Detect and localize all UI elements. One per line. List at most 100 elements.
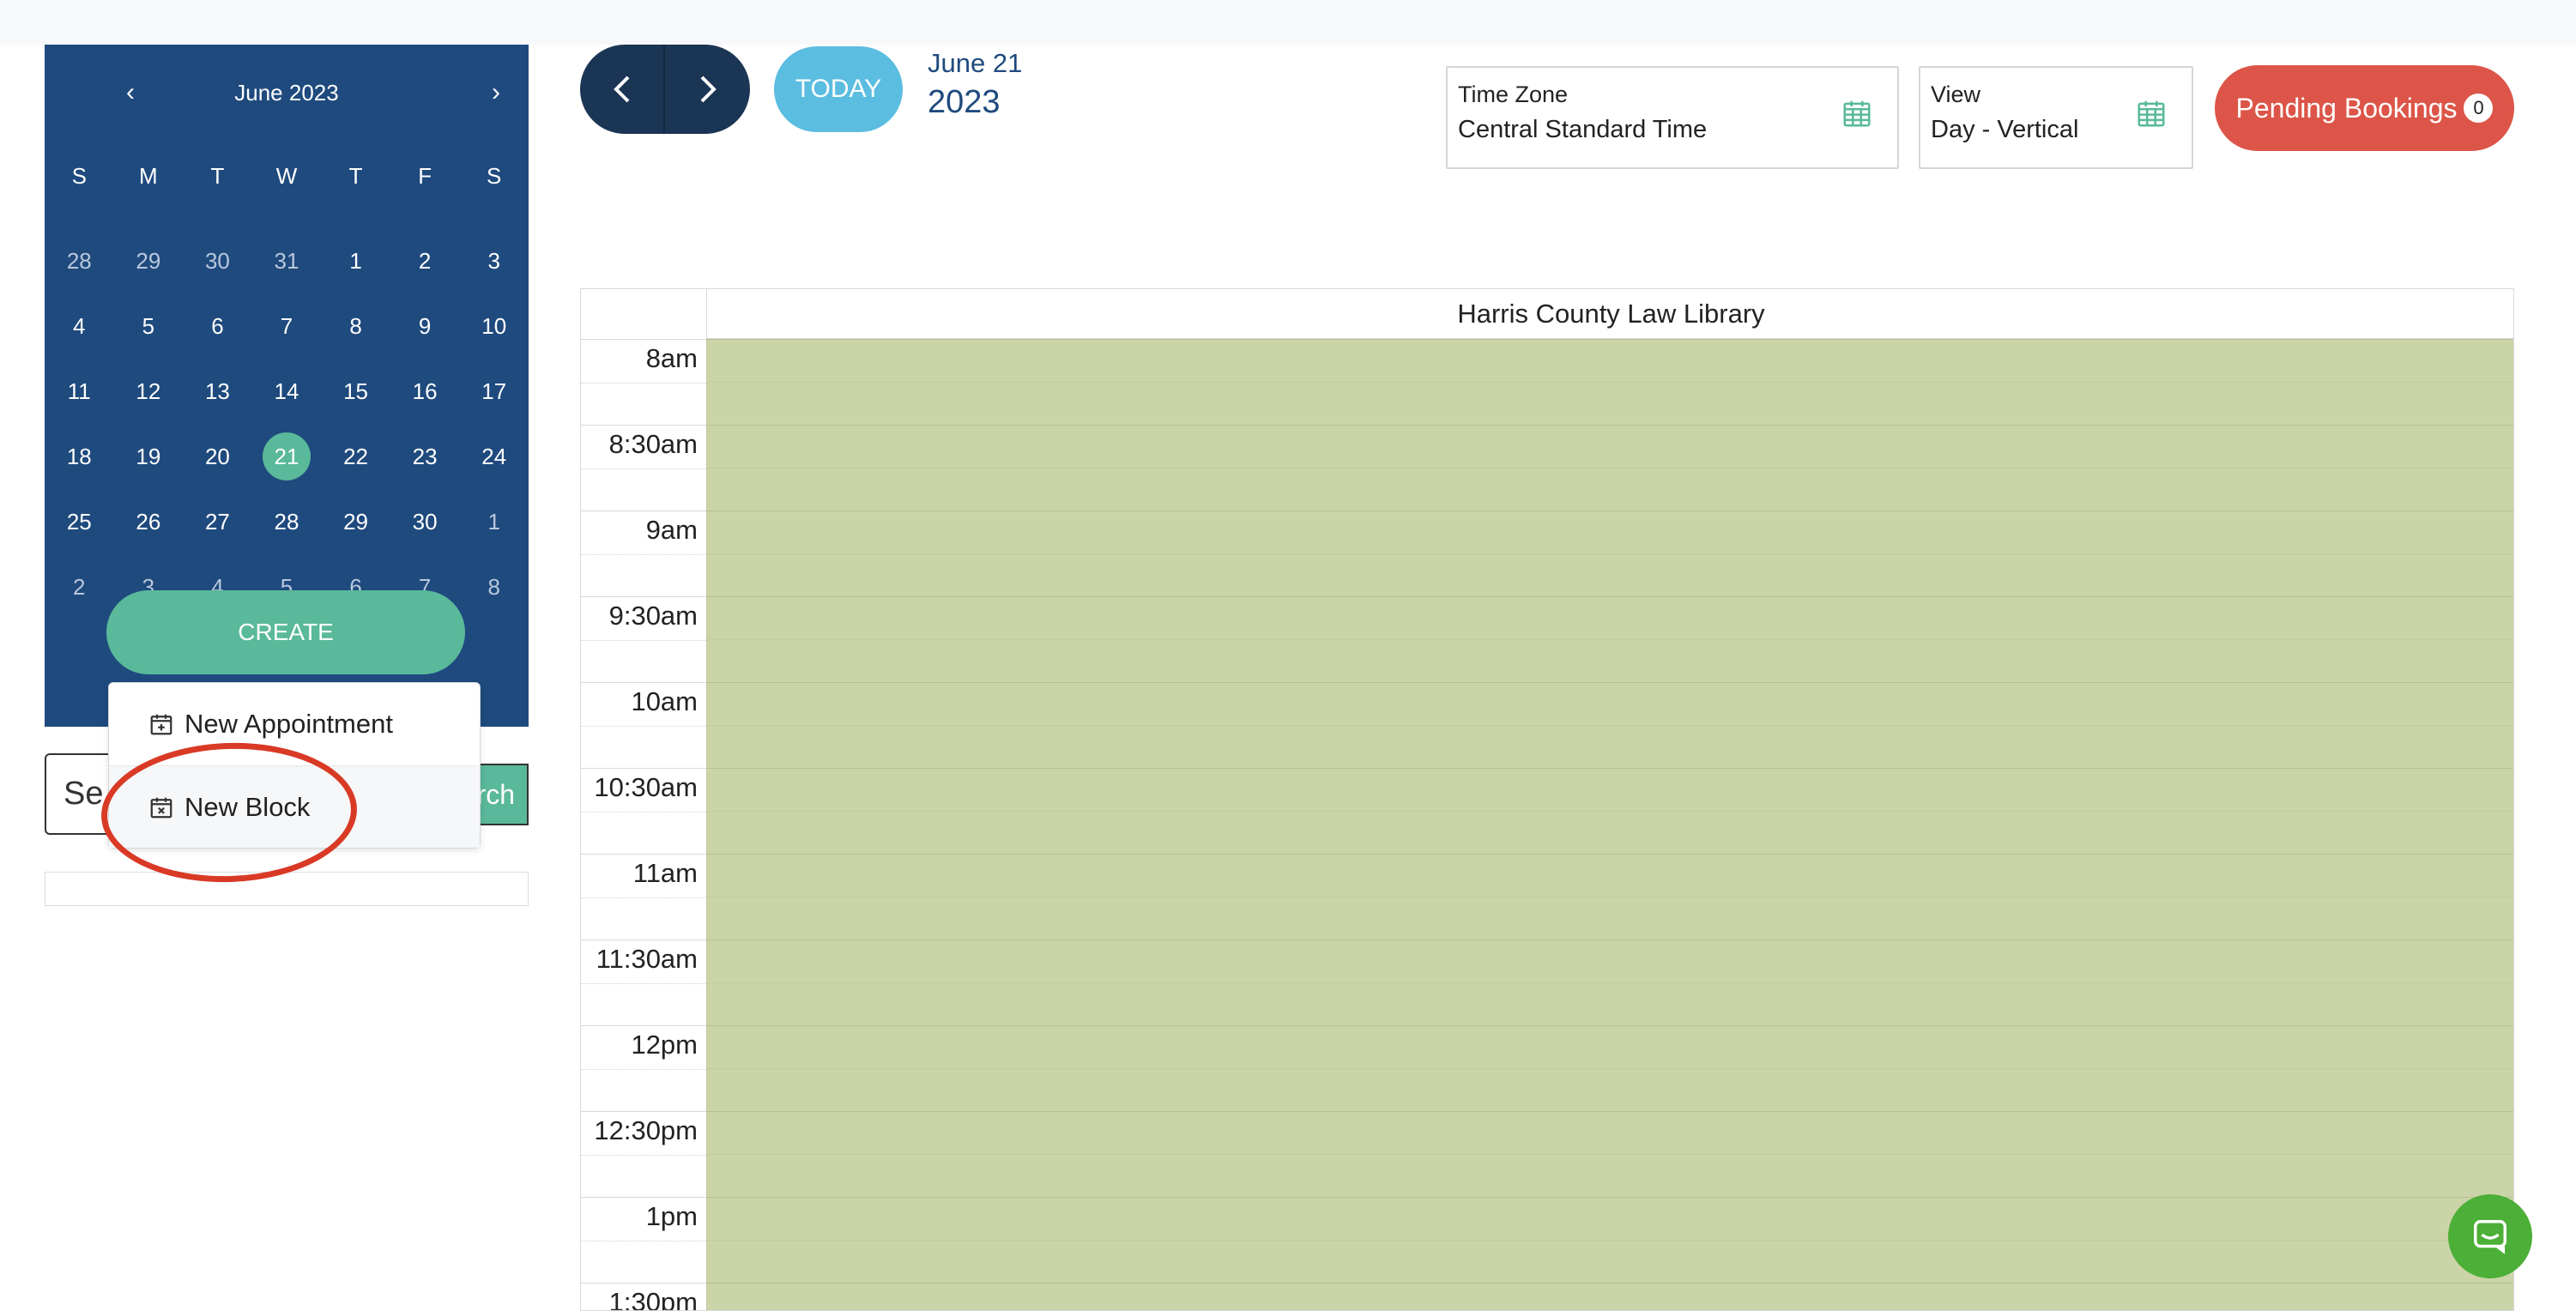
calendar-icon [1843, 100, 1871, 127]
calendar-day[interactable]: 29 [321, 489, 390, 554]
time-label: 12pm [631, 1030, 698, 1060]
time-label: 1:30pm [608, 1287, 698, 1311]
weekday-header: M [139, 163, 158, 189]
calendar-day[interactable]: 28 [45, 228, 114, 293]
grid-line-half [707, 639, 2513, 640]
grid-line [707, 939, 2513, 940]
calendar-day[interactable]: 18 [45, 424, 114, 489]
next-day-button[interactable] [665, 45, 750, 134]
chevron-right-icon [700, 76, 717, 103]
calendar-day[interactable]: 24 [459, 424, 529, 489]
grid-line [707, 1283, 2513, 1284]
time-slot-label: 10am [581, 682, 706, 768]
calendar-day[interactable]: 31 [252, 228, 322, 293]
calendar-day[interactable]: 9 [390, 293, 460, 359]
time-slot-label: 9am [581, 511, 706, 596]
calendar-day[interactable]: 19 [114, 424, 184, 489]
calendar-day[interactable]: 22 [321, 424, 390, 489]
view-label: View [1931, 82, 1981, 107]
weekday-header: F [418, 163, 432, 189]
search-results-box [45, 872, 529, 906]
calendar-day[interactable]: 4 [45, 293, 114, 359]
grid-line [707, 682, 2513, 683]
new-appointment-label: New Appointment [184, 709, 393, 739]
calendar-day[interactable]: 27 [183, 489, 252, 554]
pending-count-badge: 0 [2464, 94, 2494, 123]
mini-calendar: ‹ June 2023 › S M T W T F S 28 29 30 31 1 2 3 4 5 6 7 8 9 10… [45, 45, 529, 727]
new-block-menu-item[interactable]: New Block [109, 765, 480, 848]
grid-line [707, 1025, 2513, 1026]
calendar-day[interactable]: 29 [114, 228, 184, 293]
top-strip [0, 0, 2576, 45]
prev-day-button[interactable] [580, 45, 665, 134]
timezone-label: Time Zone [1458, 82, 1569, 107]
calendar-day[interactable]: 3 [459, 228, 529, 293]
chat-launcher-button[interactable] [2448, 1194, 2532, 1278]
time-label: 11:30am [596, 944, 698, 974]
time-slot-label: 9:30am [581, 596, 706, 682]
calendar-day[interactable]: 30 [183, 228, 252, 293]
calendar-day[interactable]: 20 [183, 424, 252, 489]
calendar-day[interactable]: 11 [45, 359, 114, 424]
today-button[interactable]: TODAY [774, 46, 903, 132]
weekday-header: T [348, 163, 363, 189]
calendar-day[interactable]: 1 [459, 489, 529, 554]
calendar-day[interactable]: 7 [252, 293, 322, 359]
time-label: 11am [632, 858, 698, 888]
create-button[interactable]: CREATE [106, 590, 465, 674]
next-month-button[interactable]: › [479, 76, 513, 110]
grid-line-half [707, 982, 2513, 983]
calendar-day[interactable]: 8 [321, 293, 390, 359]
time-label: 9am [645, 515, 698, 545]
new-appointment-menu-item[interactable]: New Appointment [109, 683, 480, 765]
calendar-plus-icon [150, 714, 172, 735]
calendar-day[interactable]: 21 [252, 424, 322, 489]
current-year-label: 2023 [928, 84, 1001, 120]
pending-bookings-label: Pending Bookings [2235, 92, 2458, 124]
grid-line [707, 768, 2513, 769]
calendar-day[interactable]: 10 [459, 293, 529, 359]
calendar-day[interactable]: 13 [183, 359, 252, 424]
calendar-day[interactable]: 8 [459, 554, 529, 619]
calendar-day[interactable]: 25 [45, 489, 114, 554]
selected-day[interactable]: 21 [262, 432, 311, 480]
mini-calendar-title: June 2023 [234, 80, 339, 106]
weekday-header: T [210, 163, 225, 189]
calendar-day[interactable]: 16 [390, 359, 460, 424]
calendar-day[interactable]: 26 [114, 489, 184, 554]
calendar-day[interactable]: 2 [45, 554, 114, 619]
timezone-select[interactable]: Time Zone Central Standard Time [1446, 66, 1899, 169]
date-nav-group [580, 45, 750, 134]
time-slot-label: 11:30am [581, 939, 706, 1025]
calendar-day[interactable]: 30 [390, 489, 460, 554]
grid-line-half [707, 553, 2513, 554]
time-slot-label: 1pm [581, 1197, 706, 1283]
time-label: 8am [645, 343, 698, 373]
closed-time-area[interactable] [706, 339, 2513, 1310]
calendar-day[interactable]: 15 [321, 359, 390, 424]
calendar-day[interactable]: 12 [114, 359, 184, 424]
calendar-day[interactable]: 1 [321, 228, 390, 293]
new-block-label: New Block [184, 791, 311, 822]
calendar-day[interactable]: 17 [459, 359, 529, 424]
calendar-day[interactable]: 23 [390, 424, 460, 489]
grid-line [707, 425, 2513, 426]
calendar-day[interactable]: 14 [252, 359, 322, 424]
time-slot-label: 8am [581, 339, 706, 425]
calendar-day[interactable]: 28 [252, 489, 322, 554]
calendar-day[interactable]: 5 [114, 293, 184, 359]
grid-line [707, 339, 2513, 340]
calendar-icon [2138, 100, 2165, 127]
time-slot-label: 8:30am [581, 425, 706, 511]
view-select[interactable]: View Day - Vertical [1919, 66, 2193, 169]
calendar-day[interactable]: 6 [183, 293, 252, 359]
calendar-day[interactable]: 2 [390, 228, 460, 293]
pending-bookings-button[interactable]: Pending Bookings 0 [2215, 65, 2514, 151]
current-date-label: June 21 [928, 48, 1023, 78]
chat-icon [2474, 1220, 2506, 1254]
create-dropdown-menu: New Appointment New Block [108, 682, 481, 849]
grid-line-half [707, 725, 2513, 726]
weekday-header: S [71, 163, 87, 189]
time-label: 9:30am [608, 601, 698, 631]
time-label: 8:30am [608, 429, 698, 459]
